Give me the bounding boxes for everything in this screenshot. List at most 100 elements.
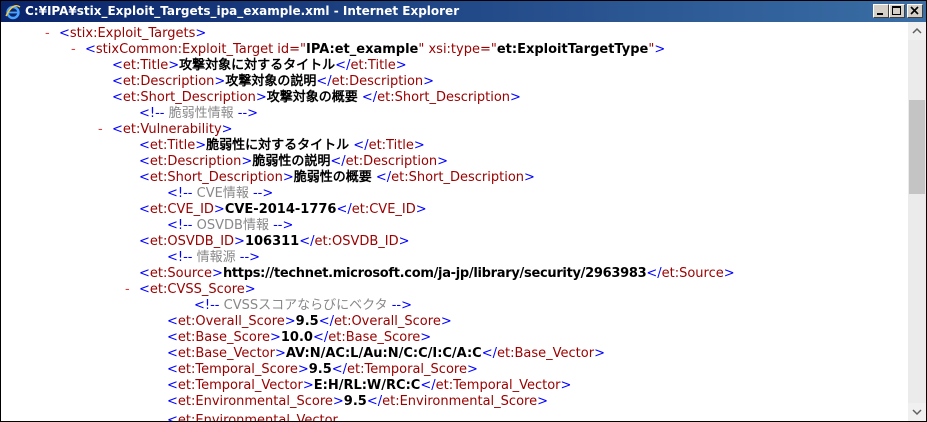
close-icon — [910, 6, 919, 15]
tag-name: et:Title — [350, 58, 396, 73]
tag-name: et:Description — [345, 154, 438, 169]
scroll-up-arrow-icon — [912, 27, 922, 34]
tag-name: et:Temporal_Vector — [177, 378, 303, 393]
maximize-icon — [892, 6, 901, 15]
tag-name: et:Short_Description — [377, 90, 511, 105]
tag-bracket: < — [112, 58, 123, 73]
tag-bracket: < — [167, 346, 178, 361]
scroll-up-button[interactable] — [908, 22, 926, 40]
tag-bracket: </ — [318, 314, 334, 329]
maximize-button[interactable] — [889, 4, 905, 18]
scrollbar-thumb[interactable] — [909, 100, 925, 194]
xml-comment-line: <!-- 情報源 --> — [167, 250, 260, 266]
tag-name: et:Base_Score — [177, 330, 270, 345]
tag-bracket: </ — [366, 394, 383, 409]
comment-text: 脆弱性情報 — [164, 106, 238, 121]
tag-name: et:CVE_ID — [351, 202, 416, 217]
xml-document-view[interactable]: - <stix:Exploit_Targets> - <stixCommon:Exp… — [1, 22, 908, 421]
xml-element-line: <et:Title>攻撃対象に対するタイトル</et:Title> — [112, 58, 407, 74]
tag-bracket: < — [139, 202, 150, 217]
tag-bracket: > — [212, 266, 223, 281]
tag-bracket: </ — [299, 234, 315, 249]
tag-name: et:Temporal_Vector — [435, 378, 561, 393]
element-text: 脆弱性に対するタイトル — [206, 138, 350, 153]
tag-bracket: </ — [371, 170, 392, 185]
comment-close: --> — [239, 250, 261, 265]
tag-bracket: > — [440, 314, 452, 329]
tag-name: et:Title — [149, 138, 196, 153]
tag-name: et:Temporal_Score — [347, 362, 467, 377]
minimize-button[interactable] — [873, 4, 889, 18]
tag-bracket: > — [282, 170, 294, 185]
collapse-toggle[interactable]: - — [45, 26, 59, 42]
tag-bracket: > — [466, 362, 478, 377]
comment-open: <!-- — [167, 250, 193, 265]
internet-explorer-icon — [5, 4, 21, 20]
tag-bracket: < — [167, 362, 178, 377]
tag-name: et:Base_Score — [328, 330, 421, 345]
tag-bracket: > — [284, 314, 296, 329]
tag-name: et:OSVDB_ID — [149, 234, 235, 249]
comment-close: --> — [252, 186, 274, 201]
tag-bracket: > — [510, 90, 521, 105]
xml-element-line: <et:CVE_ID>CVE-2014-1776</et:CVE_ID> — [139, 202, 427, 218]
tag-bracket: < — [167, 314, 178, 329]
minimize-icon — [877, 13, 883, 15]
tag-name: et:Description — [331, 74, 424, 89]
tag-name: et:Source — [661, 266, 724, 281]
xml-element-line: - <et:CVSS_Score> — [125, 282, 256, 298]
element-text: 9.5 — [343, 394, 367, 409]
tag-bracket: > — [398, 234, 410, 249]
tag-bracket: < — [167, 330, 178, 345]
tag-bracket: > — [423, 74, 435, 89]
comment-text: 情報源 — [192, 250, 240, 265]
tag-bracket: </ — [316, 74, 332, 89]
tag-name: et:CVSS_Score — [149, 282, 245, 297]
tag-name: et:Environmental_Score — [382, 394, 538, 409]
comment-close: --> — [237, 106, 259, 121]
close-button[interactable] — [907, 4, 923, 18]
vertical-scrollbar[interactable] — [908, 22, 926, 421]
tag-bracket: > — [214, 74, 226, 89]
element-text: 攻撃対象の概要 — [266, 90, 358, 105]
tag-name: et:Base_Vector — [497, 346, 595, 361]
tag-bracket: > — [302, 378, 314, 393]
tag-bracket: < — [139, 266, 150, 281]
tag-bracket: > — [255, 90, 267, 105]
element-text: 攻撃対象の説明 — [225, 74, 317, 89]
xml-comment-line: <!-- 脆弱性情報 --> — [139, 106, 258, 122]
collapse-toggle[interactable]: - — [125, 282, 139, 298]
tag-bracket: </ — [646, 266, 662, 281]
collapse-toggle[interactable]: - — [98, 122, 112, 138]
tag-name: et:OSVDB_ID — [314, 234, 399, 249]
element-text: 脆弱性の概要 — [293, 170, 372, 185]
comment-open: <!-- — [194, 298, 220, 313]
tag-name: et:Source — [149, 266, 213, 281]
tag-bracket: </ — [349, 138, 369, 153]
element-text: CVE-2014-1776 — [224, 202, 337, 217]
tag-bracket: > — [241, 154, 253, 169]
tag-bracket: </ — [357, 90, 378, 105]
tag-bracket: > — [274, 346, 286, 361]
scroll-down-arrow-icon — [912, 409, 922, 416]
tag-bracket: </ — [330, 154, 346, 169]
xml-element-line: - <stix:Exploit_Targets> — [45, 26, 206, 42]
element-text: AV:N/AC:L/Au:N/C:C/I:C/A:C — [285, 346, 482, 361]
xml-element-line: <et:Short_Description>攻撃対象の概要 </et:Short… — [112, 90, 521, 106]
comment-close: --> — [273, 218, 294, 233]
scroll-down-button[interactable] — [908, 403, 926, 421]
tag-bracket: </ — [331, 362, 348, 377]
element-text: 脆弱性の説明 — [252, 154, 331, 169]
title-bar[interactable]: C:¥IPA¥stix_Exploit_Targets_ipa_example.… — [1, 1, 926, 22]
collapse-toggle[interactable]: - — [71, 42, 85, 58]
tag-bracket: > — [437, 154, 449, 169]
tag-bracket: > — [524, 170, 535, 185]
tag-bracket: > — [594, 346, 605, 361]
comment-text: OSVDB情報 — [192, 218, 274, 233]
tag-bracket: </ — [312, 330, 329, 345]
tag-bracket: > — [221, 122, 233, 137]
comment-open: <!-- — [139, 106, 165, 121]
tag-bracket: > — [723, 266, 735, 281]
tag-name: et:CVE_ID — [149, 202, 214, 217]
element-text: 9.5 — [308, 362, 332, 377]
